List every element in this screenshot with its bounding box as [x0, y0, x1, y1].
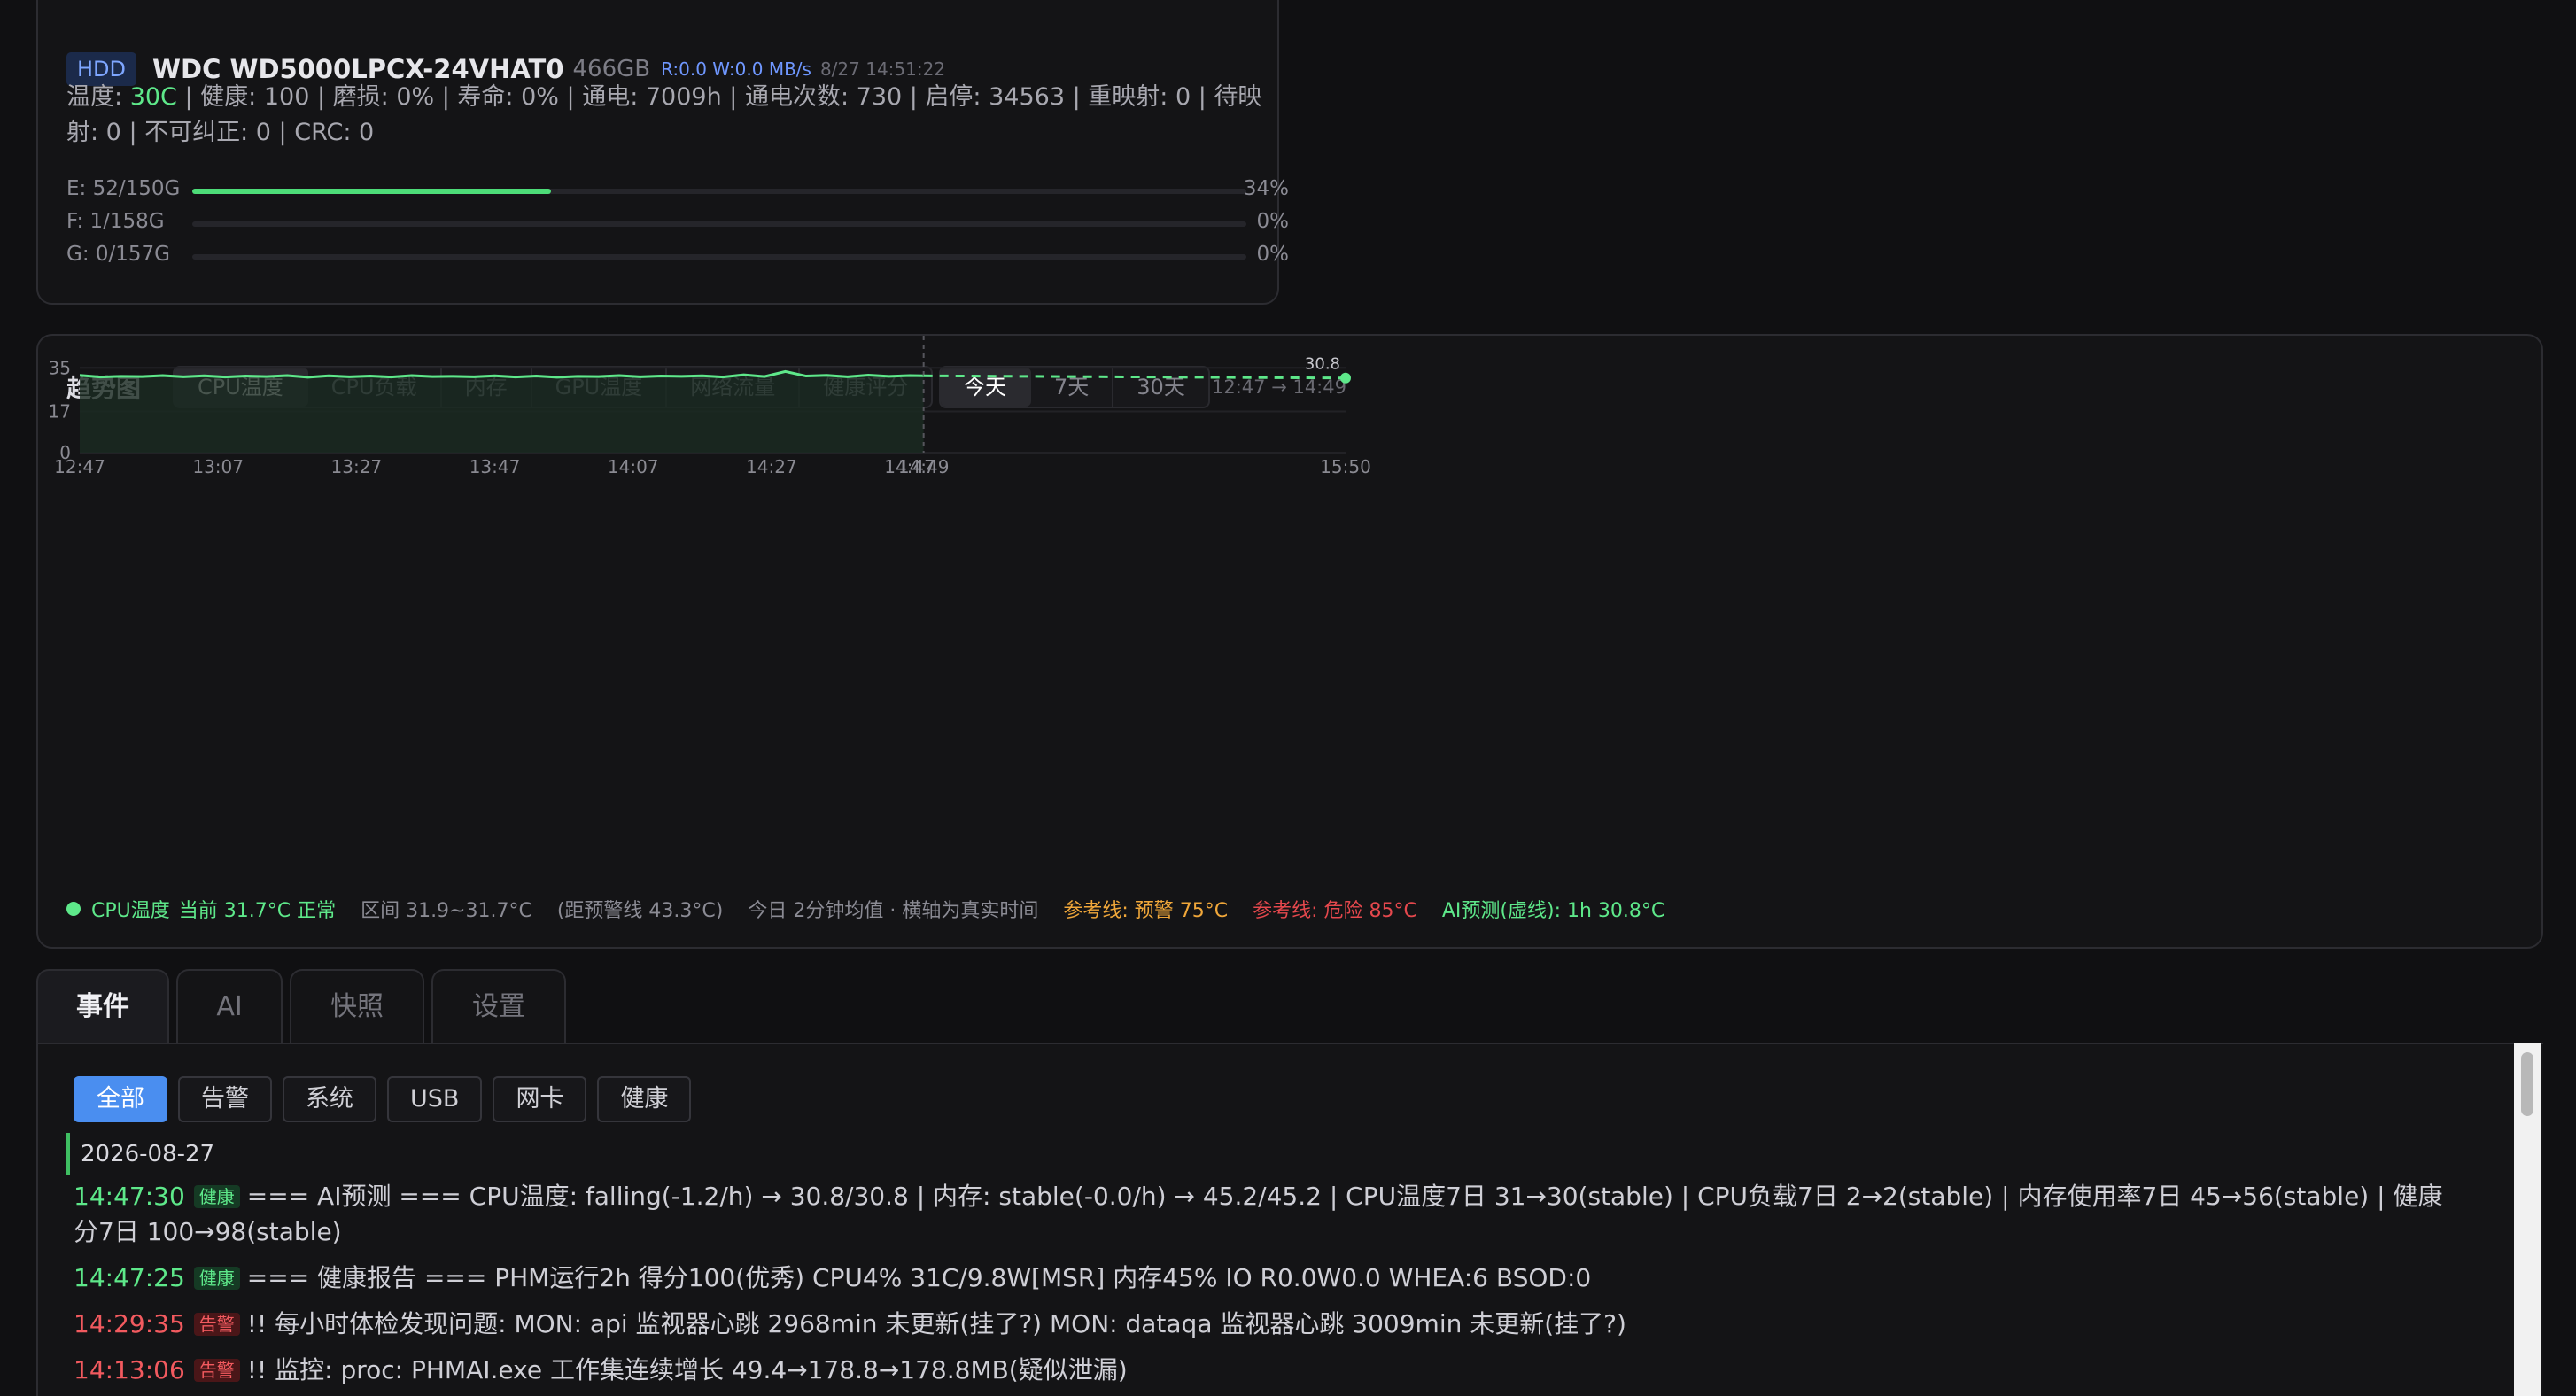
y-tick-label: 35 — [49, 357, 71, 378]
tab-settings[interactable]: 设置 — [431, 969, 566, 1043]
x-tick-label: 13:07 — [192, 456, 244, 477]
smart-prefix: 温度: — [66, 83, 130, 111]
event-text: === 健康报告 === PHM运行2h 得分100(优秀) CPU4% 31C… — [246, 1263, 1592, 1292]
disk-temp: 30C — [129, 83, 177, 111]
events-scrollbar[interactable] — [2514, 1043, 2541, 1396]
y-tick-label: 52 — [49, 336, 71, 337]
x-tick-label: 13:27 — [331, 456, 383, 477]
tab-snapshot[interactable]: 快照 — [290, 969, 424, 1043]
event-filters: 全部 告警 系统 USB 网卡 健康 — [74, 1076, 702, 1122]
volume-row: G: 0/157G 0% — [66, 243, 1289, 269]
volume-label: E: 52/150G — [66, 177, 181, 200]
series-dot — [66, 902, 81, 916]
volume-percent: 34% — [1243, 177, 1289, 200]
event-time: 14:47:25 — [74, 1263, 185, 1292]
trend-card: 趋势图 CPU温度 CPU负载 内存 GPU温度 网络流量 健康评分 今天 7天… — [36, 334, 2543, 949]
legend-series-name: CPU温度 — [91, 900, 170, 922]
disk-card: HDD WDC WD5000LPCX-24VHAT0 466GB R:0.0 W… — [36, 0, 1289, 305]
event-text: !! 每小时体检发现问题: MON: api 监视器心跳 2968min 未更新… — [246, 1309, 1626, 1338]
volume-label: F: 1/158G — [66, 210, 165, 233]
x-tick-label: 14:49 — [898, 456, 950, 477]
filter-all[interactable]: 全部 — [74, 1076, 167, 1122]
volume-usage-track — [192, 221, 1246, 227]
disk-size: 466GB — [572, 56, 651, 82]
filter-usb[interactable]: USB — [387, 1076, 483, 1122]
event-row: 14:47:30 健康 === AI预测 === CPU温度: falling(-1… — [74, 1179, 2465, 1250]
disk-io-rate: R:0.0 W:0.0 MB/s — [661, 58, 811, 80]
chart-legend: CPU温度 当前 31.7°C 正常 区间 31.9~31.7°C (距预警线 … — [66, 895, 1689, 923]
series-area — [80, 371, 924, 453]
legend-current: 当前 31.7°C 正常 — [178, 900, 337, 922]
event-date-header: 2026-08-27 — [66, 1133, 2511, 1175]
legend-distance: (距预警线 43.3°C) — [556, 900, 724, 922]
event-tag: 健康 — [193, 1185, 240, 1208]
tab-ai[interactable]: AI — [176, 969, 283, 1043]
disk-timestamp: 8/27 14:51:22 — [819, 58, 946, 80]
filter-health[interactable]: 健康 — [597, 1076, 692, 1122]
x-tick-label: 14:27 — [746, 456, 797, 477]
volume-usage-fill — [192, 189, 551, 194]
x-tick-label: 13:47 — [469, 456, 521, 477]
event-row: 14:13:06 告警 !! 监控: proc: PHMAI.exe 工作集连续增长… — [74, 1353, 2465, 1388]
event-tag: 告警 — [193, 1359, 240, 1382]
legend-range: 区间 31.9~31.7°C — [361, 900, 532, 922]
volume-row: E: 52/150G 34% — [66, 177, 1289, 204]
filter-nic[interactable]: 网卡 — [493, 1076, 587, 1122]
volume-label: G: 0/157G — [66, 243, 170, 266]
event-tag: 告警 — [193, 1313, 240, 1336]
forecast-end-label: 30.8 — [1305, 355, 1340, 374]
volume-percent: 0% — [1256, 243, 1290, 266]
event-text: === AI预测 === CPU温度: falling(-1.2/h) → 30… — [74, 1182, 2443, 1246]
event-time: 14:13:06 — [74, 1355, 185, 1384]
x-tick-label: 14:07 — [608, 456, 659, 477]
filter-alert[interactable]: 告警 — [178, 1076, 272, 1122]
series-line-forecast — [923, 374, 1346, 380]
event-time: 14:47:30 — [74, 1182, 185, 1211]
event-text: !! 监控: proc: PHMAI.exe 工作集连续增长 49.4→178.… — [246, 1355, 1128, 1384]
smart-details: | 健康: 100 | 磨损: 0% | 寿命: 0% | 通电: 7009h … — [66, 83, 1262, 146]
event-tag: 健康 — [193, 1267, 240, 1290]
events-panel: 全部 告警 系统 USB 网卡 健康 2026-08-27 14:47:30 健康… — [36, 1043, 2543, 1396]
volume-percent: 0% — [1256, 210, 1290, 233]
legend-danger-line: 参考线: 危险 85°C — [1253, 900, 1417, 922]
disk-smart-info: 温度: 30C | 健康: 100 | 磨损: 0% | 寿命: 0% | 通电… — [66, 80, 1289, 151]
trend-chart: 0173552698712:4713:0713:2713:4714:0714:2… — [49, 336, 1371, 477]
legend-ai-forecast: AI预测(虚线): 1h 30.8°C — [1441, 900, 1665, 922]
event-row: 14:29:35 告警 !! 每小时体检发现问题: MON: api 监视器心跳 2… — [74, 1307, 2465, 1342]
event-row: 14:47:25 健康 === 健康报告 === PHM运行2h 得分100(优秀)… — [74, 1260, 2465, 1296]
x-tick-label: 15:50 — [1320, 456, 1371, 477]
volume-usage-track — [192, 254, 1246, 260]
forecast-end-point — [1340, 372, 1351, 384]
scrollbar-thumb[interactable] — [2521, 1052, 2533, 1116]
legend-warn-line: 参考线: 预警 75°C — [1063, 900, 1229, 922]
event-time: 14:29:35 — [74, 1309, 185, 1338]
x-tick-label: 12:47 — [54, 456, 105, 477]
y-tick-label: 17 — [49, 400, 71, 422]
filter-system[interactable]: 系统 — [283, 1076, 376, 1122]
volume-row: F: 1/158G 0% — [66, 210, 1289, 237]
volume-usage-track — [192, 189, 1246, 194]
tab-events[interactable]: 事件 — [36, 969, 169, 1043]
legend-note: 今日 2分钟均值 · 横轴为真实时间 — [748, 900, 1039, 922]
